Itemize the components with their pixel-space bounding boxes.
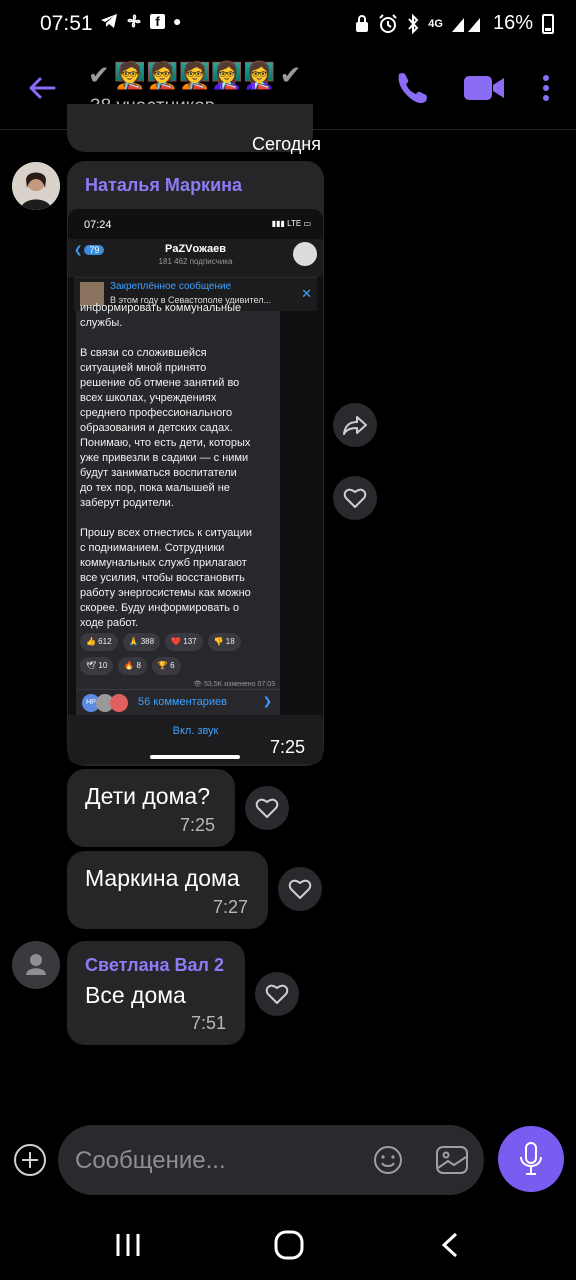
shot-status-right: ▮▮▮ LTE ▭ bbox=[271, 219, 311, 228]
message-time: 7:25 bbox=[180, 815, 216, 835]
message-input[interactable]: Сообщение... bbox=[75, 1147, 226, 1175]
shot-commenter-avatar bbox=[110, 694, 128, 712]
message-bubble[interactable]: Дети дома? 7:25 bbox=[67, 769, 235, 847]
sender-avatar-natalya[interactable] bbox=[12, 162, 60, 210]
message-time: 7:27 bbox=[213, 897, 249, 917]
shot-channel-avatar bbox=[293, 242, 317, 266]
battery-percent: 16% bbox=[492, 12, 533, 34]
message-time: 7:51 bbox=[191, 1013, 227, 1033]
checkmark-icon: ✔ bbox=[279, 59, 302, 90]
signal-icon bbox=[451, 17, 480, 32]
bluetooth-icon bbox=[408, 13, 419, 34]
plus-icon bbox=[22, 1152, 38, 1168]
shot-status-time: 07:24 bbox=[84, 219, 112, 231]
message-text: Маркина дома bbox=[85, 865, 240, 891]
status-bar: 07:51 f ● 4G 16% bbox=[0, 0, 576, 50]
message-bubble[interactable]: Маркина дома 7:27 bbox=[67, 851, 268, 929]
forward-button[interactable] bbox=[333, 403, 377, 447]
attach-plus-button[interactable] bbox=[14, 1144, 46, 1176]
status-time: 07:51 bbox=[40, 12, 93, 35]
share-arrow-icon bbox=[343, 416, 367, 435]
shot-reactions-row-2: 🕊 10 🔥 8 🏆 6 bbox=[80, 657, 276, 675]
voice-record-button[interactable] bbox=[498, 1126, 564, 1192]
shot-pinned-label: Закреплённое сообщение bbox=[110, 281, 232, 292]
message-text: Дети дома? bbox=[85, 783, 210, 809]
shot-message-body: информировать коммунальные службы. В свя… bbox=[80, 302, 253, 629]
heart-icon bbox=[343, 488, 367, 508]
group-avatars[interactable]: ✔ 🧑‍🏫🧑‍🏫🧑‍🏫👩‍🏫👩‍🏫 ✔ bbox=[88, 58, 301, 92]
lock-icon bbox=[356, 14, 369, 32]
shot-reaction: 🙏 388 bbox=[122, 633, 161, 651]
shot-comments-label: 56 комментариев bbox=[138, 696, 227, 708]
embedded-screenshot[interactable]: 07:24 ▮▮▮ LTE ▭ ❮ 79 PaZVожаев 181 462 по… bbox=[68, 209, 323, 764]
heart-icon bbox=[265, 984, 289, 1004]
shot-reaction: 🏆 6 bbox=[151, 657, 181, 675]
battery-icon bbox=[542, 13, 554, 34]
network-label: 4G bbox=[428, 17, 443, 30]
sender-avatar-svetlana[interactable] bbox=[12, 941, 60, 989]
emoji-icon[interactable] bbox=[372, 1144, 404, 1176]
shot-reaction: 🕊 10 bbox=[80, 657, 114, 675]
shot-chevron-right-icon: ❯ bbox=[262, 696, 272, 708]
fan-icon bbox=[127, 14, 141, 28]
back-nav-icon[interactable] bbox=[440, 1232, 460, 1258]
like-button[interactable] bbox=[333, 476, 377, 520]
message-composer[interactable]: Сообщение... bbox=[58, 1125, 484, 1195]
more-options-icon[interactable] bbox=[524, 68, 568, 108]
microphone-icon bbox=[520, 1142, 542, 1175]
shot-home-indicator bbox=[150, 755, 240, 759]
shot-comments-bar: HP 56 комментариев ❯ bbox=[76, 689, 280, 715]
message-time: 7:25 bbox=[270, 737, 306, 757]
heart-icon bbox=[255, 798, 279, 818]
shot-reaction: 🔥 8 bbox=[118, 657, 147, 675]
shot-views: 👁 53,5K изменено 07:03 bbox=[193, 681, 275, 688]
back-arrow-icon[interactable] bbox=[24, 70, 60, 106]
person-photo-icon bbox=[12, 162, 60, 210]
date-separator: Сегодня bbox=[252, 134, 321, 154]
dot-icon: ● bbox=[173, 13, 182, 29]
sender-name[interactable]: Наталья Маркина bbox=[85, 175, 242, 196]
recent-apps-icon[interactable] bbox=[114, 1232, 142, 1258]
shot-reactions-row-1: 👍 612 🙏 388 ❤️ 137 👎 18 bbox=[80, 633, 276, 651]
shot-reaction: 👍 612 bbox=[80, 633, 118, 651]
facebook-icon: f bbox=[150, 13, 165, 29]
message-bubble[interactable]: Светлана Вал 2 Все дома 7:51 bbox=[67, 941, 245, 1045]
system-navigation-bar bbox=[0, 1200, 576, 1280]
video-call-icon[interactable] bbox=[462, 68, 506, 108]
home-icon[interactable] bbox=[274, 1230, 304, 1260]
sender-name[interactable]: Светлана Вал 2 bbox=[85, 955, 224, 976]
gallery-icon[interactable] bbox=[435, 1144, 469, 1176]
like-button[interactable] bbox=[278, 867, 322, 911]
shot-reaction: 👎 18 bbox=[207, 633, 241, 651]
alarm-icon bbox=[379, 13, 397, 33]
heart-icon bbox=[288, 879, 312, 899]
shot-close-icon: ✕ bbox=[301, 286, 312, 301]
group-emoji-avatars: 🧑‍🏫🧑‍🏫🧑‍🏫👩‍🏫👩‍🏫 bbox=[113, 59, 276, 90]
shot-reaction: ❤️ 137 bbox=[165, 633, 203, 651]
like-button[interactable] bbox=[245, 786, 289, 830]
like-button[interactable] bbox=[255, 972, 299, 1016]
shot-channel-title: PaZVожаев bbox=[164, 243, 226, 255]
shot-channel-subscribers: 181 462 подписчика bbox=[158, 257, 233, 266]
telegram-icon bbox=[101, 14, 117, 28]
message-text: Все дома bbox=[85, 982, 186, 1008]
phone-call-icon[interactable] bbox=[391, 68, 435, 108]
shot-sound-button: Вкл. звук bbox=[172, 725, 219, 737]
person-placeholder-icon bbox=[26, 954, 46, 975]
checkmark-icon: ✔ bbox=[88, 59, 110, 90]
